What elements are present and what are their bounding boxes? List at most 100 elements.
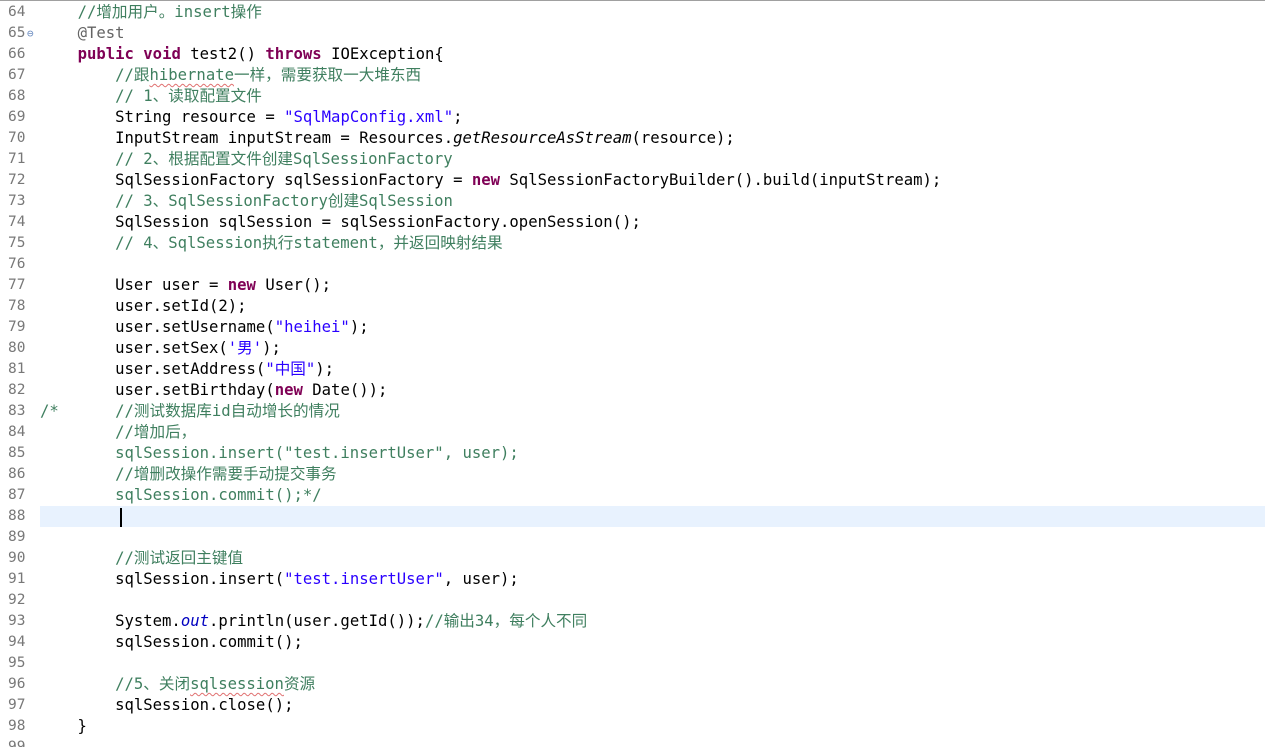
line-number: 92 <box>8 592 26 608</box>
code-text: //增加后， <box>40 423 197 441</box>
code-text: User user = new User(); <box>40 276 332 294</box>
code-line[interactable]: 87 sqlSession.commit();*/ <box>0 485 1265 506</box>
code-line[interactable]: 94 sqlSession.commit(); <box>0 632 1265 653</box>
line-gutter: 80 <box>0 338 40 359</box>
code-line[interactable]: 77 User user = new User(); <box>0 275 1265 296</box>
line-number: 77 <box>8 277 26 293</box>
line-gutter: 75 <box>0 233 40 254</box>
line-number: 76 <box>8 256 26 272</box>
code-line[interactable]: 74 SqlSession sqlSession = sqlSessionFac… <box>0 212 1265 233</box>
code-line[interactable]: 70 InputStream inputStream = Resources.g… <box>0 128 1265 149</box>
line-gutter: 64 <box>0 2 40 23</box>
code-line[interactable]: 71 // 2、根据配置文件创建SqlSessionFactory <box>0 149 1265 170</box>
line-number: 86 <box>8 466 26 482</box>
line-gutter: 72 <box>0 170 40 191</box>
code-text: // 1、读取配置文件 <box>115 87 262 105</box>
line-number: 91 <box>8 571 26 587</box>
line-number: 74 <box>8 214 26 230</box>
code-line[interactable]: 75 // 4、SqlSession执行statement，并返回映射结果 <box>0 233 1265 254</box>
code-line[interactable]: 82 user.setBirthday(new Date()); <box>0 380 1265 401</box>
line-gutter: 89 <box>0 527 40 548</box>
line-number: 81 <box>8 361 26 377</box>
line-number: 71 <box>8 151 26 167</box>
code-line[interactable]: 80 user.setSex('男'); <box>0 338 1265 359</box>
code-text: user.setAddress("中国"); <box>40 360 335 378</box>
line-gutter: 82 <box>0 380 40 401</box>
code-line[interactable]: 86 //增删改操作需要手动提交事务 <box>0 464 1265 485</box>
line-gutter: 85 <box>0 443 40 464</box>
line-gutter: 93 <box>0 611 40 632</box>
code-text: //跟hibernate一样，需要获取一大堆东西 <box>115 66 422 84</box>
line-gutter: 86 <box>0 464 40 485</box>
code-line[interactable]: 88 <box>0 506 1265 527</box>
code-line[interactable]: 65 ⊖ @Test <box>0 23 1265 44</box>
code-text: String resource = "SqlMapConfig.xml"; <box>40 108 463 126</box>
line-number: 84 <box>8 424 26 440</box>
code-line[interactable]: 64 //增加用户。insert操作 <box>0 2 1265 23</box>
line-gutter: 73 <box>0 191 40 212</box>
code-text: public void test2() throws IOException{ <box>77 45 444 63</box>
code-editor[interactable]: 64 //增加用户。insert操作 65 ⊖ @Test 66 public voi… <box>0 0 1265 747</box>
line-number: 67 <box>8 67 26 83</box>
line-gutter: 97 <box>0 695 40 716</box>
line-number: 80 <box>8 340 26 356</box>
code-line[interactable]: 90 //测试返回主键值 <box>0 548 1265 569</box>
code-text: System.out.println(user.getId());//输出34，… <box>40 612 588 630</box>
code-line[interactable]: 67 //跟hibernate一样，需要获取一大堆东西 <box>0 65 1265 86</box>
line-number: 83 <box>8 403 26 419</box>
code-line[interactable]: 97 sqlSession.close(); <box>0 695 1265 716</box>
fold-collapse-icon[interactable]: ⊖ <box>27 23 34 44</box>
code-text: //增加用户。insert操作 <box>77 3 262 21</box>
line-gutter: 98 <box>0 716 40 737</box>
line-number: 70 <box>8 130 26 146</box>
line-gutter: 88 <box>0 506 40 527</box>
code-line[interactable]: 95 <box>0 653 1265 674</box>
line-number: 68 <box>8 88 26 104</box>
code-text: //测试返回主键值 <box>115 549 244 567</box>
line-gutter: 67 <box>0 65 40 86</box>
code-text: // 2、根据配置文件创建SqlSessionFactory <box>115 150 453 168</box>
code-line[interactable]: 84 //增加后， <box>0 422 1265 443</box>
code-text: user.setUsername("heihei"); <box>40 318 369 336</box>
line-gutter: 77 <box>0 275 40 296</box>
code-line[interactable]: 89 <box>0 527 1265 548</box>
line-gutter: 81 <box>0 359 40 380</box>
code-line[interactable]: 73 // 3、SqlSessionFactory创建SqlSession <box>0 191 1265 212</box>
code-line[interactable]: 91 sqlSession.insert("test.insertUser", … <box>0 569 1265 590</box>
line-number: 78 <box>8 298 26 314</box>
code-line[interactable]: 72 SqlSessionFactory sqlSessionFactory =… <box>0 170 1265 191</box>
code-line[interactable]: 66 public void test2() throws IOExceptio… <box>0 44 1265 65</box>
code-line[interactable]: 81 user.setAddress("中国"); <box>0 359 1265 380</box>
line-gutter: 79 <box>0 317 40 338</box>
line-gutter: 84 <box>0 422 40 443</box>
code-line[interactable]: 76 <box>0 254 1265 275</box>
code-line[interactable]: 69 String resource = "SqlMapConfig.xml"; <box>0 107 1265 128</box>
code-text: user.setId(2); <box>40 297 247 315</box>
code-text: sqlSession.commit(); <box>40 633 303 651</box>
line-gutter: 96 <box>0 674 40 695</box>
code-line[interactable]: 83 //测试数据库id自动增长的情况/* <box>0 401 1265 422</box>
code-text: //测试数据库id自动增长的情况 <box>40 402 340 420</box>
line-gutter: 94 <box>0 632 40 653</box>
code-line[interactable]: 92 <box>0 590 1265 611</box>
line-number: 69 <box>8 109 26 125</box>
line-number: 90 <box>8 550 26 566</box>
line-number: 94 <box>8 634 26 650</box>
line-gutter: 76 <box>0 254 40 275</box>
code-line[interactable]: 85 sqlSession.insert("test.insertUser", … <box>0 443 1265 464</box>
code-line[interactable]: 78 user.setId(2); <box>0 296 1265 317</box>
line-gutter: 92 <box>0 590 40 611</box>
code-line[interactable]: 93 System.out.println(user.getId());//输出… <box>0 611 1265 632</box>
line-gutter: 71 <box>0 149 40 170</box>
code-text: sqlSession.commit();*/ <box>40 486 322 504</box>
line-number: 96 <box>8 676 26 692</box>
code-text: SqlSession sqlSession = sqlSessionFactor… <box>40 213 641 231</box>
code-line[interactable]: 98 } <box>0 716 1265 737</box>
code-line[interactable]: 96 //5、关闭sqlsession资源 <box>0 674 1265 695</box>
code-text: user.setBirthday(new Date()); <box>40 381 388 399</box>
line-gutter: 66 <box>0 44 40 65</box>
code-line[interactable]: 79 user.setUsername("heihei"); <box>0 317 1265 338</box>
line-gutter: 68 <box>0 86 40 107</box>
line-gutter: 95 <box>0 653 40 674</box>
code-line[interactable]: 68 // 1、读取配置文件 <box>0 86 1265 107</box>
